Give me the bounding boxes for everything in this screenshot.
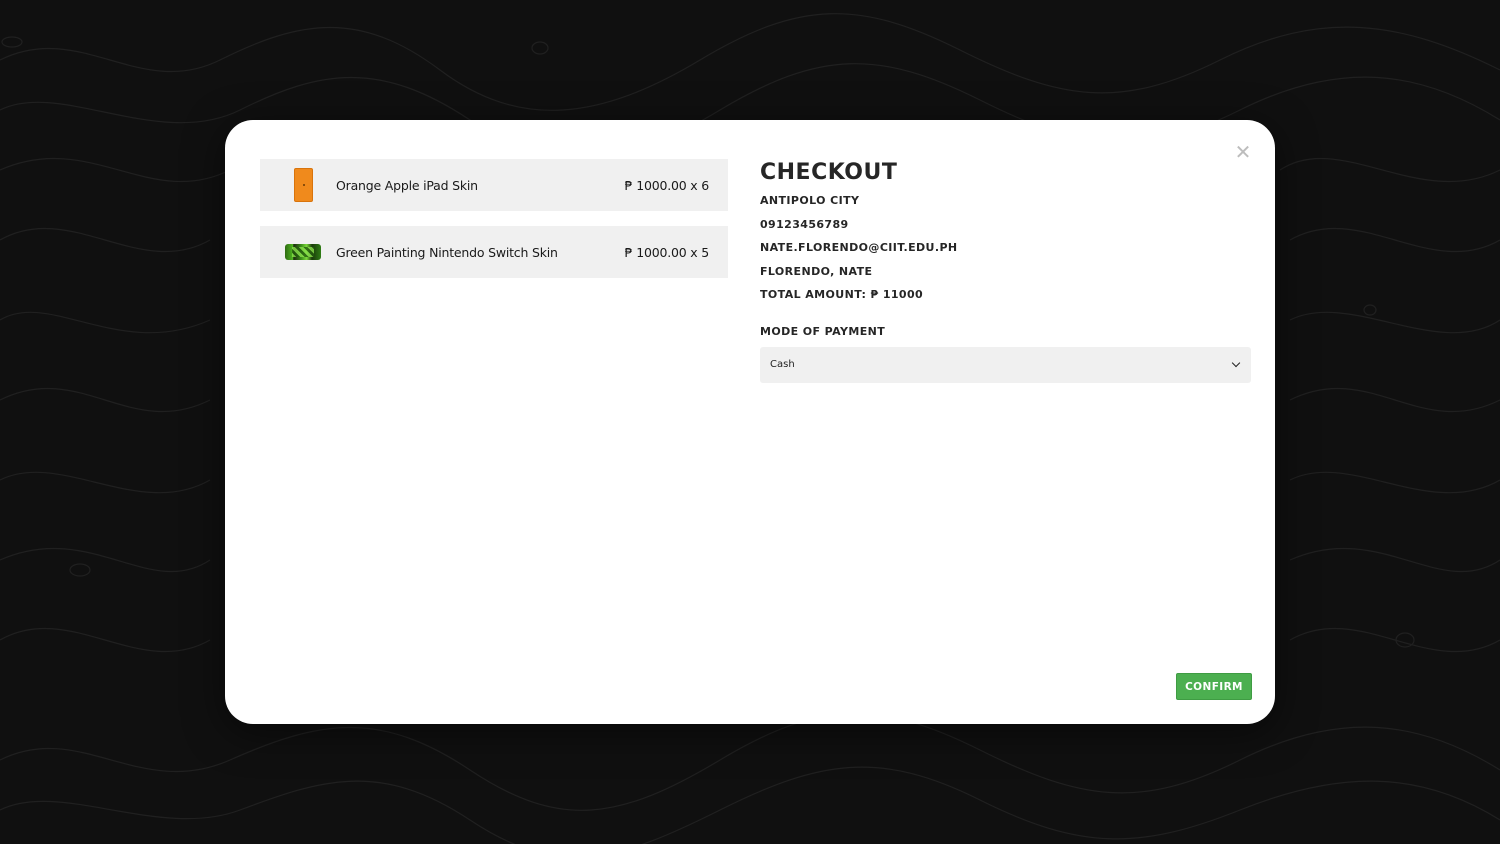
cart-item-price: ₱ 1000.00 x 5 xyxy=(624,244,710,260)
customer-name: FLORENDO, NATE xyxy=(760,264,873,278)
green-switch-thumbnail-icon xyxy=(284,233,322,271)
cart-item-name: Orange Apple iPad Skin xyxy=(336,177,478,193)
total-amount: TOTAL AMOUNT: ₱ 11000 xyxy=(760,288,924,301)
email-address: NATE.FLORENDO@CIIT.EDU.PH xyxy=(760,241,958,254)
close-icon[interactable]: ✕ xyxy=(1233,140,1253,164)
payment-mode-label: MODE OF PAYMENT xyxy=(760,324,886,338)
checkout-modal: Orange Apple iPad Skin ₱ 1000.00 x 6 Gre… xyxy=(225,120,1275,724)
checkout-panel: CHECKOUT ANTIPOLO CITY 09123456789 NATE.… xyxy=(760,158,1251,383)
payment-mode-select[interactable]: Cash xyxy=(760,346,1251,383)
chevron-down-icon xyxy=(1231,358,1241,368)
payment-mode-value: Cash xyxy=(770,359,795,370)
page-title: CHECKOUT xyxy=(760,160,898,185)
phone-number: 09123456789 xyxy=(760,217,849,231)
orange-ipad-thumbnail-icon xyxy=(284,166,322,204)
cart-item-name: Green Painting Nintendo Switch Skin xyxy=(336,244,558,260)
address-city: ANTIPOLO CITY xyxy=(760,194,860,207)
cart-item[interactable]: Orange Apple iPad Skin ₱ 1000.00 x 6 xyxy=(260,159,728,211)
confirm-button[interactable]: CONFIRM xyxy=(1176,673,1252,700)
cart-item-price: ₱ 1000.00 x 6 xyxy=(624,177,710,193)
cart-item[interactable]: Green Painting Nintendo Switch Skin ₱ 10… xyxy=(260,226,728,278)
cart-item-list: Orange Apple iPad Skin ₱ 1000.00 x 6 Gre… xyxy=(260,159,728,293)
